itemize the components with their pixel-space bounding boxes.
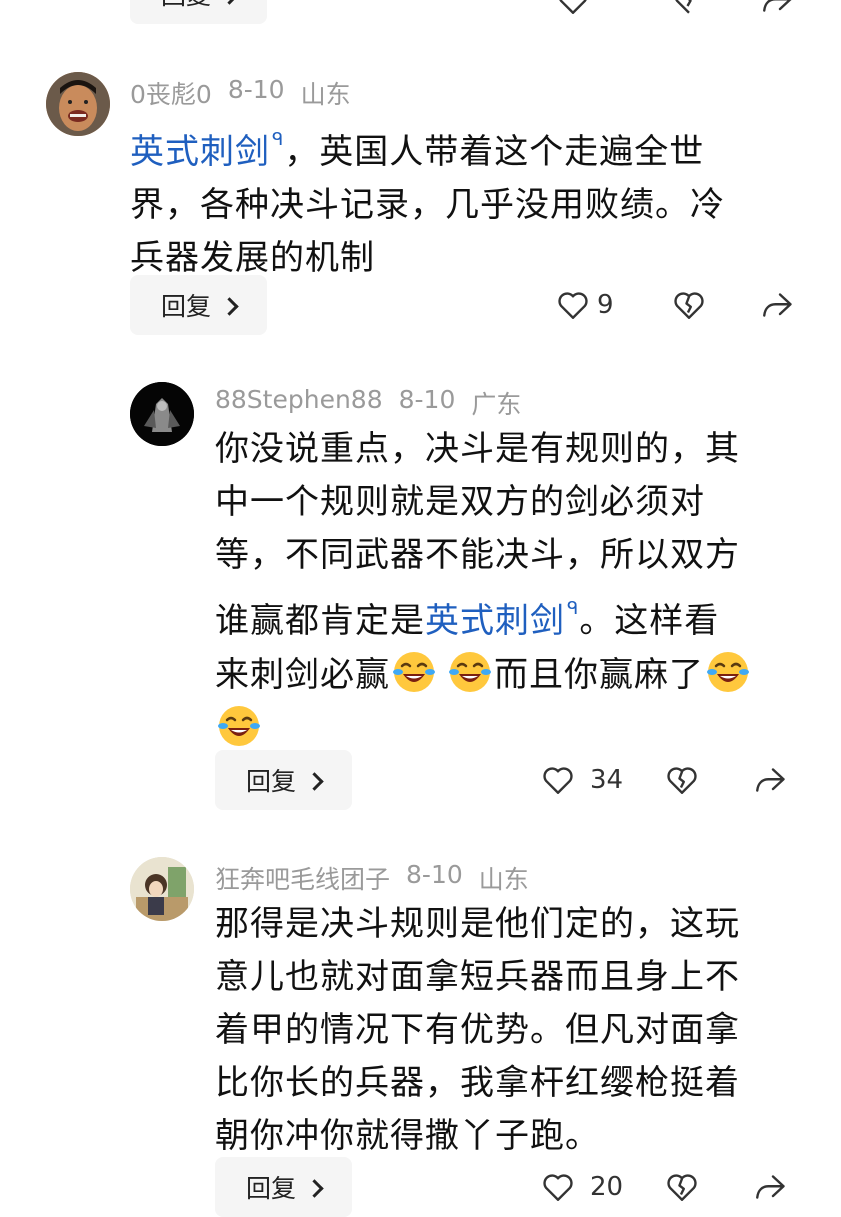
like-count: 9	[597, 290, 614, 320]
share-icon[interactable]	[752, 762, 788, 798]
laugh-crying-emoji-icon	[218, 706, 260, 746]
text-line: 谁赢都肯定是英式刺剑 ᑫ。这样看	[215, 598, 720, 641]
comment-location: 山东	[300, 80, 351, 109]
comment-meta: 88Stephen88 8-10 广东	[215, 385, 521, 421]
comment-actions: 20	[540, 1169, 788, 1205]
avatar[interactable]	[130, 857, 194, 921]
comment-meta: 0丧彪0 8-10 山东	[130, 75, 351, 111]
text-line: 中一个规则就是双方的剑必须对	[215, 482, 705, 522]
chevron-right-icon	[220, 0, 239, 5]
reply-button[interactable]: 回复	[215, 750, 352, 810]
reply-button[interactable]: 回复	[215, 1157, 352, 1217]
reply-label: 回复	[161, 0, 211, 12]
chevron-right-icon	[220, 296, 239, 316]
broken-heart-icon[interactable]	[664, 1169, 700, 1205]
share-icon[interactable]	[759, 287, 795, 323]
comment-text: 英式刺剑 ᑫ，英国人带着这个走遍全世 界，各种决斗记录，几乎没用败绩。冷 兵器发展…	[130, 113, 810, 285]
comment-date: 8-10	[398, 385, 456, 414]
text-line: 意儿也就对面拿短兵器而且身上不	[215, 957, 740, 997]
avatar-image	[46, 72, 110, 136]
text-line: 比你长的兵器，我拿杆红缨枪挺着	[215, 1063, 740, 1103]
reply-label: 回复	[160, 292, 211, 321]
comment-date: 8-10	[227, 75, 285, 104]
avatar-image	[130, 857, 194, 921]
text-line: 等，不同武器不能决斗，所以双方	[215, 535, 740, 575]
text-line: 着甲的情况下有优势。但凡对面拿	[215, 1010, 740, 1050]
reply-label: 回复	[245, 767, 296, 796]
like-count: 34	[590, 765, 624, 795]
comment-meta: 狂奔吧毛线团子 8-10 山东	[215, 860, 529, 896]
comment-date: 8-10	[406, 860, 463, 889]
avatar[interactable]	[46, 72, 110, 136]
text-line: 你没说重点，决斗是有规则的，其	[215, 429, 740, 469]
share-icon[interactable]	[752, 1169, 788, 1205]
topic-link[interactable]: 英式刺剑 ᑫ	[130, 129, 285, 172]
text-line: 英式刺剑 ᑫ，英国人带着这个走遍全世	[130, 129, 705, 172]
reply-button-top[interactable]: 回复	[130, 0, 267, 24]
laugh-crying-emoji-icon	[707, 652, 749, 692]
heart-icon[interactable]	[540, 762, 576, 798]
username[interactable]: 0丧彪0	[130, 75, 212, 111]
comment-location: 山东	[478, 865, 529, 894]
username[interactable]: 88Stephen88	[215, 385, 383, 421]
comment-location: 广东	[471, 390, 522, 419]
laugh-crying-emoji-icon	[393, 652, 435, 692]
broken-heart-icon[interactable]	[664, 762, 700, 798]
broken-heart-icon[interactable]	[671, 0, 707, 18]
comment-text: 那得是决斗规则是他们定的，这玩 意儿也就对面拿短兵器而且身上不 着甲的情况下有优…	[215, 898, 815, 1163]
chevron-right-icon	[305, 771, 324, 791]
comment-text: 你没说重点，决斗是有规则的，其 中一个规则就是双方的剑必须对 等，不同武器不能决…	[215, 423, 815, 756]
heart-icon[interactable]	[555, 0, 591, 18]
avatar-image	[130, 382, 194, 446]
username[interactable]: 狂奔吧毛线团子	[215, 860, 390, 896]
share-icon[interactable]	[759, 0, 795, 18]
reply-button[interactable]: 回复	[130, 275, 267, 335]
search-icon: ᑫ	[567, 598, 580, 619]
top-actions	[555, 0, 795, 18]
text-line: 界，各种决斗记录，几乎没用败绩。冷	[130, 185, 725, 225]
topic-link[interactable]: 英式刺剑 ᑫ	[425, 598, 580, 641]
text-line: 朝你冲你就得撒丫子跑。	[215, 1116, 600, 1156]
chevron-right-icon	[305, 1178, 324, 1198]
laugh-crying-emoji-icon	[449, 652, 491, 692]
reply-label: 回复	[245, 1174, 296, 1203]
broken-heart-icon[interactable]	[671, 287, 707, 323]
text-line	[215, 702, 815, 756]
heart-icon[interactable]	[555, 287, 591, 323]
search-icon: ᑫ	[272, 129, 285, 150]
comment-actions: 9	[555, 287, 795, 323]
comment-actions: 34	[540, 762, 788, 798]
heart-icon[interactable]	[540, 1169, 576, 1205]
text-line: 那得是决斗规则是他们定的，这玩	[215, 904, 740, 944]
text-line: 来刺剑必赢 而且你赢麻了	[215, 648, 815, 702]
like-count: 20	[590, 1172, 624, 1202]
avatar[interactable]	[130, 382, 194, 446]
